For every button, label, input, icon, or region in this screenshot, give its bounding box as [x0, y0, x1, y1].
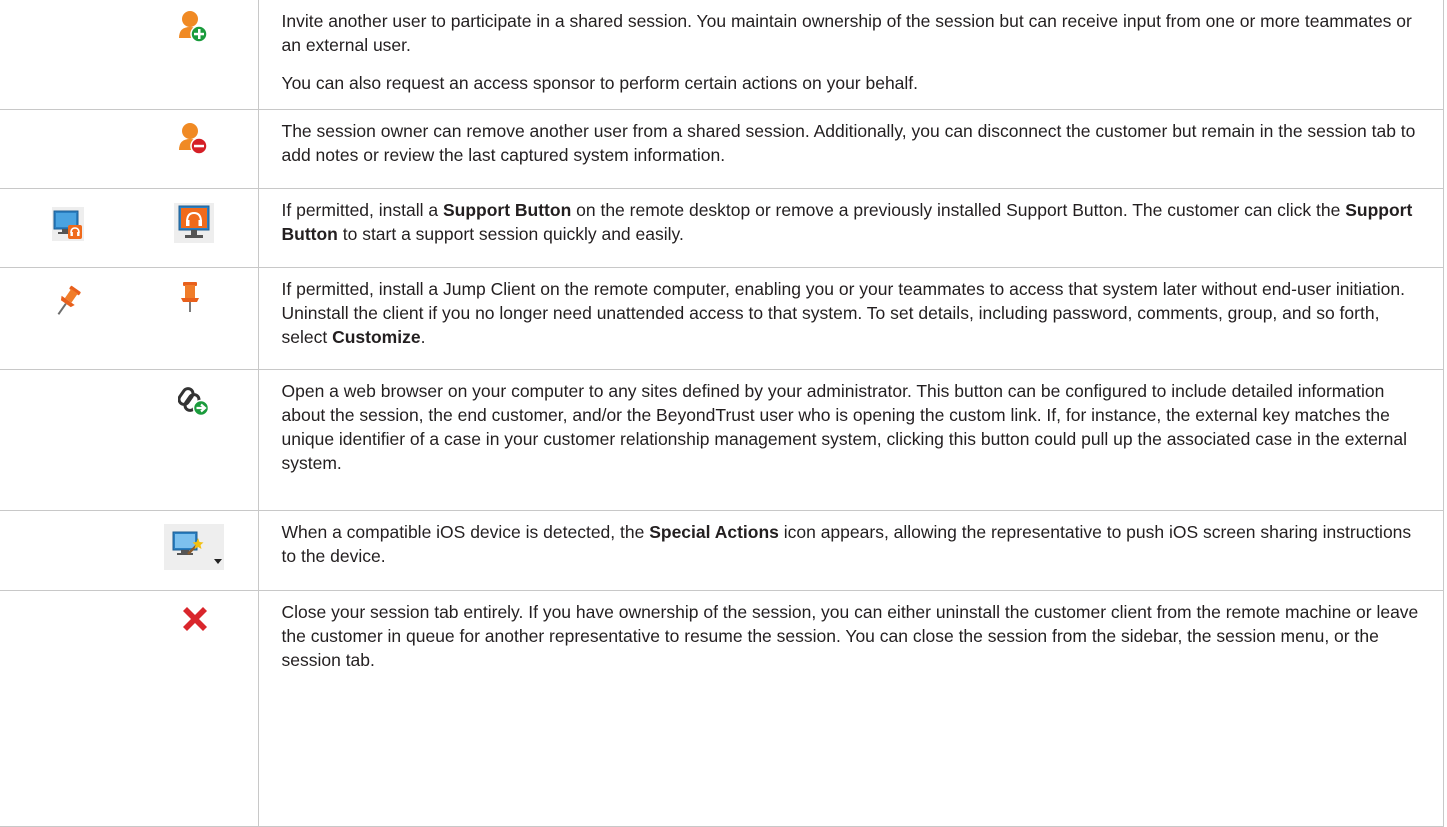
description-cell: Invite another user to participate in a … — [257, 0, 1444, 110]
description-cell: If permitted, install a Jump Client on t… — [257, 267, 1444, 370]
icon-description-table: Invite another user to participate in a … — [0, 0, 1444, 827]
custom-link-icon — [178, 387, 210, 417]
table-row: Close your session tab entirely. If you … — [0, 590, 1444, 827]
description-text: Invite another user to participate in a … — [282, 9, 1428, 57]
install-support-button-icon — [52, 207, 84, 241]
icon-cell — [0, 188, 259, 268]
text-span: The session owner can remove another use… — [281, 121, 1416, 165]
description-cell: Open a web browser on your computer to a… — [257, 369, 1444, 511]
description-text: The session owner can remove another use… — [282, 119, 1428, 167]
table-row: Invite another user to participate in a … — [0, 0, 1444, 110]
icon-cell — [0, 510, 259, 591]
description-cell: The session owner can remove another use… — [257, 109, 1444, 189]
description-text: You can also request an access sponsor t… — [282, 71, 1428, 95]
icon-cell — [0, 267, 259, 370]
icon-cell — [0, 369, 259, 511]
remove-user-icon — [179, 123, 208, 155]
table-row: If permitted, install a Jump Client on t… — [0, 267, 1444, 370]
icon-cell — [0, 590, 259, 827]
text-span: Close your session tab entirely. If you … — [281, 602, 1419, 670]
text-span: Invite another user to participate in a … — [281, 11, 1412, 55]
text-span: . — [420, 327, 426, 347]
remove-support-button-icon — [174, 203, 214, 243]
text-span: If permitted, install a — [281, 200, 443, 220]
text-span: Open a web browser on your computer to a… — [281, 381, 1408, 473]
table-row: The session owner can remove another use… — [0, 109, 1444, 189]
unpin-jump-client-icon — [181, 282, 199, 312]
description-text: When a compatible iOS device is detected… — [282, 520, 1428, 568]
text-span: When a compatible iOS device is detected… — [281, 522, 650, 542]
description-cell: Close your session tab entirely. If you … — [257, 590, 1444, 827]
table-row: When a compatible iOS device is detected… — [0, 510, 1444, 591]
pin-jump-client-icon — [57, 285, 81, 315]
text-span: You can also request an access sponsor t… — [281, 73, 919, 93]
special-actions-icon — [164, 524, 224, 570]
description-text: Open a web browser on your computer to a… — [282, 379, 1428, 475]
description-text: If permitted, install a Support Button o… — [282, 198, 1428, 246]
text-span: to start a support session quickly and e… — [337, 224, 684, 244]
text-span: on the remote desktop or remove a previo… — [571, 200, 1346, 220]
description-text: If permitted, install a Jump Client on t… — [282, 277, 1428, 349]
table-row: If permitted, install a Support Button o… — [0, 188, 1444, 268]
close-session-icon — [183, 607, 207, 631]
icon-cell — [0, 109, 259, 189]
bold-term: Support Button — [442, 200, 572, 220]
bold-term: Customize — [332, 327, 421, 347]
description-cell: When a compatible iOS device is detected… — [257, 510, 1444, 591]
description-cell: If permitted, install a Support Button o… — [257, 188, 1444, 268]
icon-cell — [0, 0, 259, 110]
invite-user-icon — [179, 11, 208, 43]
description-text: Close your session tab entirely. If you … — [282, 600, 1428, 672]
text-span: If permitted, install a Jump Client on t… — [281, 279, 1405, 347]
bold-term: Special Actions — [649, 522, 779, 542]
table-row: Open a web browser on your computer to a… — [0, 369, 1444, 511]
